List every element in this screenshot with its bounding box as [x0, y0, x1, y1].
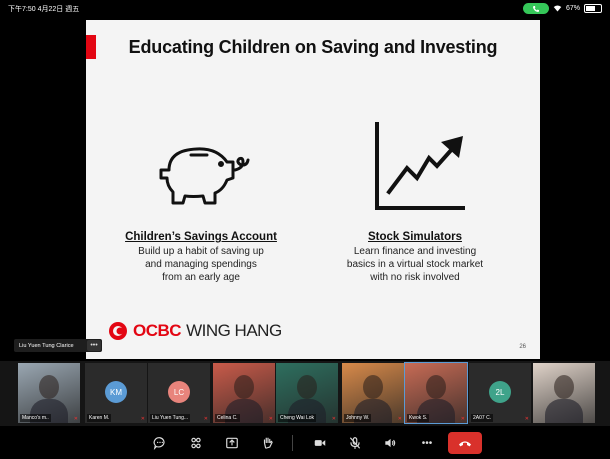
feature-stock-simulators: Stock Simulators Learn finance and inves…: [315, 231, 515, 284]
raise-hand-icon: [263, 437, 273, 449]
end-call-icon: [459, 441, 471, 447]
participant-avatar: LC: [168, 381, 190, 403]
muted-mic-icon: ✕: [524, 416, 529, 422]
logo-wing-hang-text: WING HANG: [186, 321, 282, 340]
ocbc-logo-mark-icon: [109, 322, 127, 340]
muted-mic-icon: ✕: [203, 416, 208, 422]
participant-name: Karen M.: [87, 414, 112, 422]
muted-mic-icon: ✕: [140, 416, 145, 422]
muted-mic-icon: ✕: [460, 416, 465, 422]
speaker-button[interactable]: [380, 434, 400, 452]
chat-button[interactable]: [150, 434, 170, 452]
participant-name: Manco's m..: [20, 414, 51, 422]
feature-desc-line: from an early age: [162, 272, 240, 283]
participant-tile[interactable]: [533, 363, 595, 423]
participant-gallery: Manco's m.. ✕ KM Karen M. ✕ LC Liu Yuen Tung…: [0, 361, 610, 426]
meeting-toolbar: •••: [0, 428, 610, 459]
active-speaker-name: Liu Yuen Tung Clarice: [19, 342, 74, 349]
feature-desc-line: and managing spendings: [145, 259, 257, 270]
ongoing-call-pill[interactable]: [522, 3, 549, 14]
participant-video-silhouette: [554, 375, 574, 399]
stock-chart-icon: [375, 122, 465, 210]
slide-title: Educating Children on Saving and Investi…: [128, 37, 498, 57]
share-screen-button[interactable]: [222, 434, 242, 452]
shared-slide: Educating Children on Saving and Investi…: [86, 20, 540, 359]
wifi-icon: [553, 5, 562, 12]
muted-mic-icon: ✕: [73, 416, 78, 422]
battery-percent: 67%: [565, 5, 580, 12]
mic-button[interactable]: [345, 434, 365, 452]
participants-icon: [191, 437, 201, 449]
end-call-button[interactable]: [448, 432, 482, 454]
participant-tile[interactable]: Celina C. ✕: [213, 363, 275, 423]
share-screen-icon: [226, 437, 238, 449]
participant-name: Johnny W.: [344, 414, 372, 422]
participant-video-silhouette: [39, 375, 59, 399]
status-time: 下午7:50 4月22日 週五: [8, 6, 80, 13]
status-bar: 下午7:50 4月22日 週五 67%: [0, 0, 610, 20]
phone-icon: [532, 5, 539, 12]
participant-name: 2A07 C.: [471, 414, 494, 422]
status-right: 67%: [522, 3, 602, 14]
participant-tile[interactable]: Johnny W. ✕: [342, 363, 404, 423]
participant-video-silhouette: [234, 375, 254, 399]
participant-tile[interactable]: Manco's m.. ✕: [18, 363, 80, 423]
participant-name: Celina C.: [215, 414, 240, 422]
battery-icon: [584, 4, 602, 13]
logo-ocbc-text: OCBC: [133, 321, 182, 340]
feature-desc-line: Learn finance and investing: [353, 246, 477, 257]
feature-desc-line: basics in a virtual stock market: [346, 259, 484, 270]
participant-video-silhouette: [426, 375, 446, 399]
raise-hand-button[interactable]: [258, 434, 278, 452]
participant-video-silhouette: [297, 375, 317, 399]
ocbc-wing-hang-logo: OCBC WING HANG: [108, 321, 282, 341]
participant-avatar: KM: [105, 381, 127, 403]
chat-icon: [153, 437, 165, 450]
participant-name: Liu Yuen Tung...: [150, 414, 191, 422]
participant-name: Kwok S.: [407, 414, 430, 422]
speaker-icon: [385, 438, 396, 448]
more-button[interactable]: •••: [417, 434, 437, 452]
feature-title: Children’s Savings Account: [125, 231, 277, 243]
speaker-more-button[interactable]: •••: [87, 340, 101, 351]
participant-video-body: [545, 399, 583, 423]
slide-page-number: 26: [519, 344, 526, 350]
participant-video-silhouette: [363, 375, 383, 399]
active-speaker-label: Liu Yuen Tung Clarice •••: [14, 339, 102, 352]
participant-tile[interactable]: Cheng Wai Lok ✕: [276, 363, 338, 423]
video-button[interactable]: [310, 434, 330, 452]
video-icon: [314, 440, 326, 446]
piggy-bank-icon: [159, 147, 250, 205]
participant-tile[interactable]: LC Liu Yuen Tung... ✕: [148, 363, 210, 423]
feature-title: Stock Simulators: [368, 231, 462, 243]
muted-mic-icon: ✕: [268, 416, 273, 422]
participant-tile[interactable]: Kwok S. ✕: [404, 362, 468, 424]
participant-tile[interactable]: KM Karen M. ✕: [85, 363, 147, 423]
muted-mic-icon: ✕: [331, 416, 336, 422]
participant-name: Cheng Wai Lok: [278, 414, 316, 422]
muted-mic-icon: ✕: [397, 416, 402, 422]
participant-avatar: 2L: [489, 381, 511, 403]
participant-tile[interactable]: 2L 2A07 C. ✕: [469, 363, 531, 423]
toolbar-divider: [292, 435, 293, 451]
mic-muted-icon: [349, 437, 361, 449]
feature-desc-line: with no risk involved: [370, 272, 460, 283]
feature-desc-line: Build up a habit of saving up: [138, 246, 264, 257]
feature-savings-account: Children’s Savings Account Build up a ha…: [101, 231, 301, 284]
participants-button[interactable]: [186, 434, 206, 452]
